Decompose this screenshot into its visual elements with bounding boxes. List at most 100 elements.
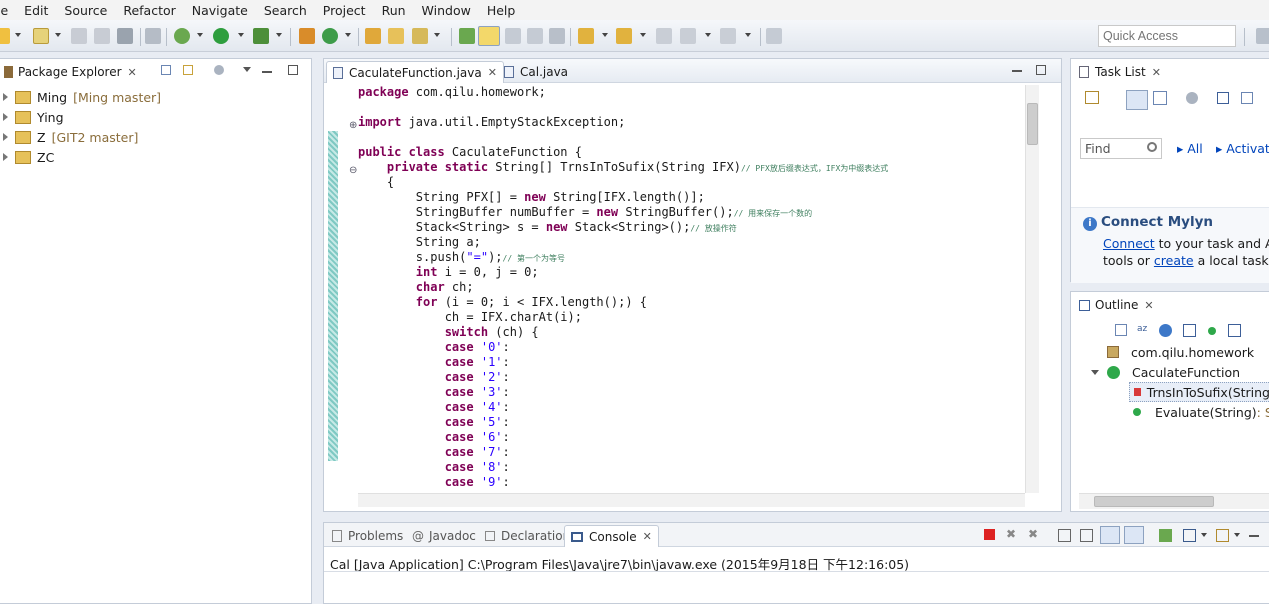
code-line[interactable]: public class CaculateFunction { (358, 145, 888, 160)
outline-horizontal-scrollbar[interactable] (1079, 493, 1269, 509)
tree-item[interactable]: Ying (0, 107, 64, 127)
scroll-lock-icon[interactable] (1080, 529, 1093, 542)
code-line[interactable]: case '4': (358, 400, 888, 415)
find-field[interactable]: Find (1080, 138, 1162, 159)
code-line[interactable] (358, 130, 888, 145)
minimize-icon[interactable] (262, 71, 272, 73)
debug-icon[interactable] (174, 28, 190, 44)
external-tools-icon[interactable] (253, 28, 269, 44)
hide-nonpublic-icon[interactable] (1208, 327, 1216, 335)
run-icon[interactable] (213, 28, 229, 44)
back-arrow-icon[interactable] (656, 28, 672, 44)
code-line[interactable]: { (358, 175, 888, 190)
open-perspective-icon[interactable] (1256, 28, 1269, 44)
chevron-down-icon[interactable] (602, 33, 608, 37)
maximize-icon[interactable] (1036, 65, 1046, 75)
code-line[interactable]: String a; (358, 235, 888, 250)
open-folder-icon[interactable] (388, 28, 404, 44)
code-line[interactable]: Stack<String> s = new Stack<String>();//… (358, 220, 888, 235)
hide-completed-icon[interactable] (1217, 92, 1229, 104)
code-line[interactable]: ch = IFX.charAt(i); (358, 310, 888, 325)
chevron-down-icon[interactable] (197, 33, 203, 37)
code-line[interactable]: case '0': (358, 340, 888, 355)
chevron-down-icon[interactable] (243, 67, 251, 72)
link-with-editor-icon[interactable] (183, 65, 193, 75)
sort-icon[interactable]: az (1137, 324, 1151, 337)
save-icon[interactable] (71, 28, 87, 44)
editor-vertical-scrollbar[interactable] (1025, 85, 1039, 493)
next-edit-icon[interactable] (578, 28, 594, 44)
close-icon[interactable]: ✕ (128, 66, 137, 79)
chevron-down-icon[interactable] (238, 33, 244, 37)
menu-search[interactable]: Search (256, 3, 315, 18)
activate-link[interactable]: ▸ Activat (1216, 141, 1269, 156)
scrollbar-thumb[interactable] (1027, 103, 1038, 145)
maximize-icon[interactable] (288, 65, 298, 75)
code-line[interactable]: for (i = 0; i < IFX.length();) { (358, 295, 888, 310)
word-wrap-icon[interactable] (1100, 526, 1120, 544)
chevron-down-icon[interactable] (745, 33, 751, 37)
chevron-down-icon[interactable] (1201, 533, 1207, 537)
scrollbar-thumb[interactable] (1094, 496, 1214, 507)
remove-launch-icon[interactable]: ✖ (1006, 528, 1018, 541)
quick-access-input[interactable] (1098, 25, 1236, 47)
outline-item[interactable]: CaculateFunction (1091, 362, 1240, 382)
chevron-down-icon[interactable] (434, 33, 440, 37)
code-editor[interactable]: package com.qilu.homework; import java.ut… (358, 85, 888, 490)
chevron-down-icon[interactable] (55, 33, 61, 37)
chevron-down-icon[interactable] (15, 33, 21, 37)
code-line[interactable]: char ch; (358, 280, 888, 295)
code-line[interactable]: case '3': (358, 385, 888, 400)
back-icon[interactable] (680, 28, 696, 44)
tab-problems[interactable]: Problems (326, 525, 409, 547)
remove-all-terminated-icon[interactable]: ✖ (1028, 528, 1040, 541)
code-line[interactable]: case '1': (358, 355, 888, 370)
code-line[interactable]: case '6': (358, 430, 888, 445)
print-icon[interactable] (117, 28, 133, 44)
close-icon[interactable]: ✕ (643, 530, 652, 543)
collapse-all-icon[interactable] (1115, 324, 1127, 336)
hide-static-icon[interactable] (1183, 324, 1196, 337)
scheduled-icon[interactable] (1153, 91, 1167, 105)
previous-edit-icon[interactable] (616, 28, 632, 44)
pin-editor-icon[interactable] (766, 28, 782, 44)
expand-arrow-icon[interactable] (3, 153, 8, 161)
menu-refactor[interactable]: Refactor (115, 3, 183, 18)
expand-arrow-icon[interactable] (1091, 369, 1099, 375)
expand-arrow-icon[interactable] (3, 93, 8, 101)
minimize-icon[interactable] (1249, 535, 1259, 537)
show-console-icon[interactable] (1124, 526, 1144, 544)
menu-window[interactable]: Window (414, 3, 479, 18)
tab-cal[interactable]: Cal.java (498, 61, 574, 83)
collapse-all-icon[interactable] (161, 65, 171, 75)
new-project-icon[interactable] (33, 28, 49, 44)
menu-source[interactable]: Source (56, 3, 115, 18)
pin-console-icon[interactable] (1159, 529, 1172, 542)
focus-icon[interactable] (1186, 92, 1198, 104)
categorized-icon[interactable] (1126, 90, 1148, 110)
code-line[interactable]: case '9': (358, 475, 888, 490)
tab-task-list[interactable]: Task List ✕ (1073, 61, 1167, 83)
save-all-icon[interactable] (94, 28, 110, 44)
minimize-icon[interactable] (1012, 70, 1022, 72)
chevron-down-icon[interactable] (1234, 533, 1240, 537)
view-menu-icon[interactable] (214, 65, 224, 75)
pilcrow-icon[interactable] (549, 28, 565, 44)
hide-local-types-icon[interactable] (1228, 324, 1241, 337)
code-line[interactable]: StringBuffer numBuffer = new StringBuffe… (358, 205, 888, 220)
code-line[interactable]: case '5': (358, 415, 888, 430)
tab-console[interactable]: Console ✕ (564, 525, 659, 547)
terminate-icon[interactable] (984, 529, 995, 540)
close-icon[interactable]: ✕ (1144, 299, 1153, 312)
new-icon[interactable] (0, 28, 10, 44)
show-whitespace-icon[interactable] (527, 28, 543, 44)
code-line[interactable]: int i = 0, j = 0; (358, 265, 888, 280)
menu-navigate[interactable]: Navigate (184, 3, 256, 18)
tab-package-explorer[interactable]: Package Explorer ✕ (0, 61, 143, 83)
tree-item[interactable]: ZC (0, 147, 54, 167)
search-icon[interactable] (412, 28, 428, 44)
expand-arrow-icon[interactable] (3, 133, 8, 141)
code-line[interactable]: s.push("=");// 第一个为等号 (358, 250, 888, 265)
close-icon[interactable]: ✕ (1152, 66, 1161, 79)
outline-item[interactable]: Evaluate(String) : St (1133, 402, 1269, 422)
